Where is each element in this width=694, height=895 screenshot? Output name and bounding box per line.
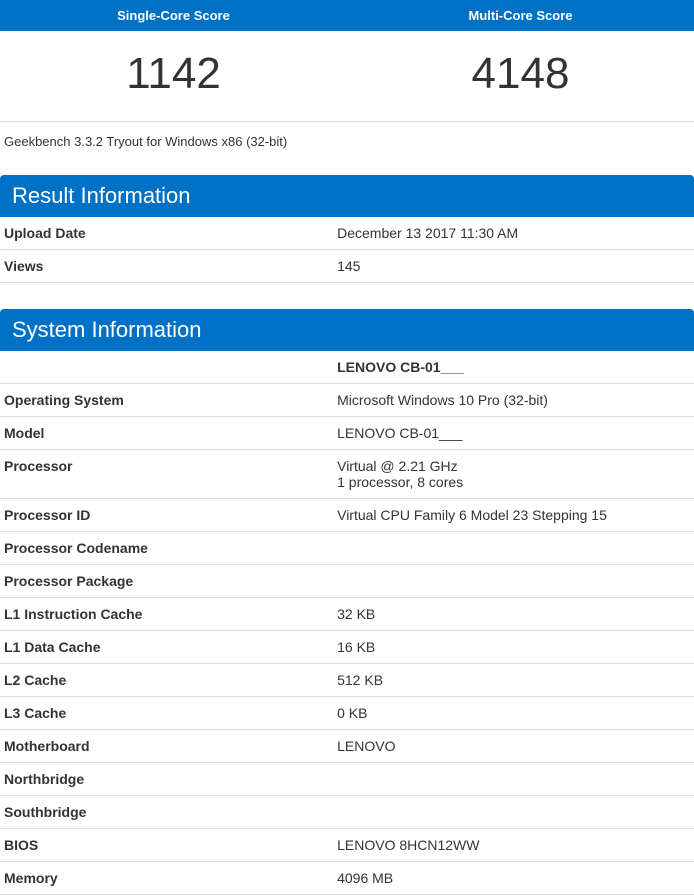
row-value [333,532,694,565]
table-row: Memory4096 MB [0,862,694,895]
system-title-row: LENOVO CB-01___ [0,351,694,384]
row-label: Southbridge [0,796,333,829]
row-value: 4096 MB [333,862,694,895]
system-info-heading: System Information [0,309,694,351]
table-row: ModelLENOVO CB-01___ [0,417,694,450]
row-value: 32 KB [333,598,694,631]
table-row: Operating SystemMicrosoft Windows 10 Pro… [0,384,694,417]
single-core-label: Single-Core Score [0,0,347,31]
multi-core-value: 4148 [347,31,694,122]
row-label: Processor ID [0,499,333,532]
row-label: Motherboard [0,730,333,763]
table-row: L3 Cache0 KB [0,697,694,730]
row-label: Processor Codename [0,532,333,565]
table-row: L1 Instruction Cache32 KB [0,598,694,631]
tagline-text: Geekbench 3.3.2 Tryout for Windows x86 (… [0,122,694,175]
row-label: L3 Cache [0,697,333,730]
row-label: Operating System [0,384,333,417]
table-row: Views145 [0,250,694,283]
row-value [333,796,694,829]
system-title: LENOVO CB-01___ [333,351,694,384]
result-info-table: Upload DateDecember 13 2017 11:30 AMView… [0,217,694,283]
row-value: 512 KB [333,664,694,697]
row-label: Views [0,250,333,283]
table-row: Processor Codename [0,532,694,565]
table-row: L1 Data Cache16 KB [0,631,694,664]
row-label: Northbridge [0,763,333,796]
table-row: BIOSLENOVO 8HCN12WW [0,829,694,862]
table-row: MotherboardLENOVO [0,730,694,763]
row-value [333,565,694,598]
row-label: Memory [0,862,333,895]
row-value [333,763,694,796]
row-value: Virtual CPU Family 6 Model 23 Stepping 1… [333,499,694,532]
table-row: L2 Cache512 KB [0,664,694,697]
table-row: Processor IDVirtual CPU Family 6 Model 2… [0,499,694,532]
row-label: Model [0,417,333,450]
row-label [0,351,333,384]
row-label: L1 Data Cache [0,631,333,664]
row-value: December 13 2017 11:30 AM [333,217,694,250]
row-value: LENOVO 8HCN12WW [333,829,694,862]
multi-core-col: Multi-Core Score 4148 [347,0,694,122]
system-info-table: LENOVO CB-01___Operating SystemMicrosoft… [0,351,694,895]
table-row: Northbridge [0,763,694,796]
table-row: Southbridge [0,796,694,829]
row-value: 0 KB [333,697,694,730]
row-label: BIOS [0,829,333,862]
row-value: 16 KB [333,631,694,664]
table-row: Processor Package [0,565,694,598]
row-label: L2 Cache [0,664,333,697]
scores-panel: Single-Core Score 1142 Multi-Core Score … [0,0,694,122]
row-value: Microsoft Windows 10 Pro (32-bit) [333,384,694,417]
row-label: Upload Date [0,217,333,250]
row-value: LENOVO [333,730,694,763]
row-value: Virtual @ 2.21 GHz1 processor, 8 cores [333,450,694,499]
row-label: Processor [0,450,333,499]
multi-core-label: Multi-Core Score [347,0,694,31]
single-core-value: 1142 [0,31,347,122]
row-label: Processor Package [0,565,333,598]
table-row: Upload DateDecember 13 2017 11:30 AM [0,217,694,250]
row-value: LENOVO CB-01___ [333,417,694,450]
table-row: ProcessorVirtual @ 2.21 GHz1 processor, … [0,450,694,499]
result-info-heading: Result Information [0,175,694,217]
row-label: L1 Instruction Cache [0,598,333,631]
single-core-col: Single-Core Score 1142 [0,0,347,122]
row-value: 145 [333,250,694,283]
